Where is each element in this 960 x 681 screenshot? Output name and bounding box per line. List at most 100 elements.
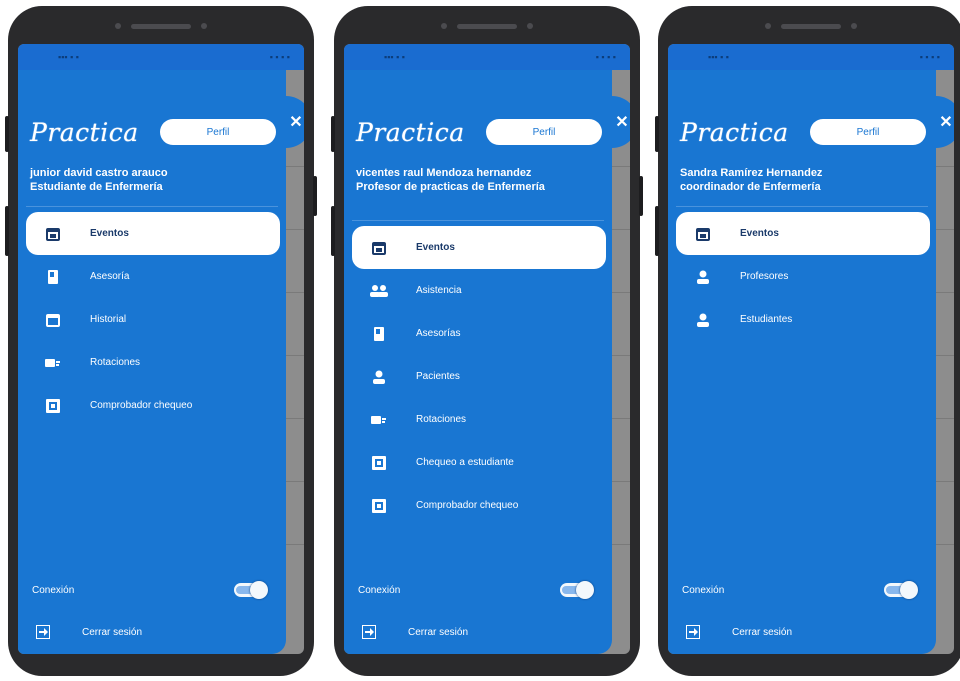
menu-item-label: Chequeo a estudiante <box>416 457 514 468</box>
scan-icon <box>370 454 388 472</box>
menu-item[interactable]: Profesores <box>676 255 930 298</box>
logout-label: Cerrar sesión <box>732 626 793 638</box>
menu-item-label: Asesorías <box>416 328 461 339</box>
logout-label: Cerrar sesión <box>408 626 469 638</box>
close-icon: ✕ <box>289 114 303 131</box>
power-button <box>639 176 643 216</box>
user-role: coordinador de Enfermería <box>680 181 821 193</box>
navigation-drawer: Practica Perfil junior david castro arau… <box>18 70 286 654</box>
close-drawer-button[interactable]: ✕ <box>280 96 304 148</box>
user-info: Sandra Ramírez Hernandez coordinador de … <box>680 166 928 194</box>
drawer-header: Practica Perfil <box>680 102 926 162</box>
navigation-drawer: Practica Perfil vicentes raul Mendoza he… <box>344 70 612 654</box>
divider <box>352 220 604 221</box>
close-drawer-button[interactable]: ✕ <box>606 96 630 148</box>
menu-item[interactable]: Eventos <box>676 212 930 255</box>
user-name: Sandra Ramírez Hernandez <box>680 167 823 179</box>
top-bezel <box>8 6 314 46</box>
menu-item-label: Profesores <box>740 271 789 282</box>
conexion-toggle[interactable] <box>884 581 918 599</box>
menu-item[interactable]: Comprobador chequeo <box>352 484 606 527</box>
conexion-toggle[interactable] <box>234 581 268 599</box>
calendar-icon <box>370 239 388 257</box>
logout-label: Cerrar sesión <box>82 626 143 638</box>
perfil-button[interactable]: Perfil <box>160 119 276 145</box>
logout-icon <box>362 623 380 641</box>
volume-button <box>331 116 335 152</box>
close-drawer-button[interactable]: ✕ <box>930 96 954 148</box>
user-info: junior david castro arauco Estudiante de… <box>30 166 278 194</box>
app-logo: Practica <box>356 117 465 147</box>
app-logo: Practica <box>30 117 139 147</box>
status-bar: ▪▪▪ ▪ ▪ ▪ ▪ ▪ ▪ <box>18 44 304 70</box>
user-name: vicentes raul Mendoza hernandez <box>356 167 532 179</box>
phone-frame: ▪▪▪ ▪ ▪ ▪ ▪ ▪ ▪ Practica Perfil Sandra Ra… <box>655 6 960 676</box>
calendar-icon <box>694 225 712 243</box>
perfil-button[interactable]: Perfil <box>810 119 926 145</box>
menu-item[interactable]: Comprobador chequeo <box>26 384 280 427</box>
volume-button <box>5 116 9 152</box>
logout-icon <box>686 623 704 641</box>
status-bar: ▪▪▪ ▪ ▪ ▪ ▪ ▪ ▪ <box>668 44 954 70</box>
phone-frame: ▪▪▪ ▪ ▪ ▪ ▪ ▪ ▪ Practica Perfil vicentes … <box>331 6 643 676</box>
volume-button <box>655 116 659 152</box>
scan-icon <box>44 397 62 415</box>
divider <box>26 206 278 207</box>
conexion-row: Conexión <box>26 570 276 610</box>
user-role: Profesor de practicas de Enfermería <box>356 181 545 193</box>
menu-item[interactable]: Asesoría <box>26 255 280 298</box>
conexion-row: Conexión <box>352 570 602 610</box>
perfil-button[interactable]: Perfil <box>486 119 602 145</box>
menu-item-label: Eventos <box>740 228 779 239</box>
status-bar: ▪▪▪ ▪ ▪ ▪ ▪ ▪ ▪ <box>344 44 630 70</box>
calendar-blank-icon <box>44 311 62 329</box>
conexion-label: Conexión <box>682 584 725 596</box>
phone-frame: ▪▪▪ ▪ ▪ ▪ ▪ ▪ ▪ Practica Perfil junior da… <box>5 6 317 676</box>
conexion-toggle[interactable] <box>560 581 594 599</box>
menu-item[interactable]: Eventos <box>352 226 606 269</box>
menu-item[interactable]: Asesorías <box>352 312 606 355</box>
divider <box>676 206 928 207</box>
logout-button[interactable]: Cerrar sesión <box>352 610 602 654</box>
power-button <box>313 176 317 216</box>
close-icon: ✕ <box>615 114 629 131</box>
logout-button[interactable]: Cerrar sesión <box>676 610 926 654</box>
menu-item[interactable]: Pacientes <box>352 355 606 398</box>
menu-item-label: Comprobador chequeo <box>90 400 193 411</box>
menu-item-label: Pacientes <box>416 371 460 382</box>
menu-item-label: Estudiantes <box>740 314 793 325</box>
conexion-row: Conexión <box>676 570 926 610</box>
card-icon <box>370 411 388 429</box>
book-icon <box>44 268 62 286</box>
drawer-header: Practica Perfil <box>30 102 276 162</box>
group-icon <box>370 282 388 300</box>
drawer-footer: Conexión Cerrar sesión <box>352 570 602 654</box>
menu-item[interactable]: Eventos <box>26 212 280 255</box>
drawer-header: Practica Perfil <box>356 102 602 162</box>
menu-item[interactable]: Rotaciones <box>26 341 280 384</box>
menu-item[interactable]: Estudiantes <box>676 298 930 341</box>
top-bezel <box>334 6 640 46</box>
person-icon <box>694 311 712 329</box>
menu-item[interactable]: Chequeo a estudiante <box>352 441 606 484</box>
volume-button <box>5 206 9 256</box>
person-icon <box>370 368 388 386</box>
volume-button <box>655 206 659 256</box>
screen: ▪▪▪ ▪ ▪ ▪ ▪ ▪ ▪ Practica Perfil junior da… <box>18 44 304 654</box>
logout-button[interactable]: Cerrar sesión <box>26 610 276 654</box>
calendar-icon <box>44 225 62 243</box>
top-bezel <box>658 6 960 46</box>
screen: ▪▪▪ ▪ ▪ ▪ ▪ ▪ ▪ Practica Perfil Sandra Ra… <box>668 44 954 654</box>
drawer-footer: Conexión Cerrar sesión <box>676 570 926 654</box>
menu-item-label: Comprobador chequeo <box>416 500 519 511</box>
user-info: vicentes raul Mendoza hernandez Profesor… <box>356 166 604 194</box>
menu-item-label: Eventos <box>416 242 455 253</box>
screen: ▪▪▪ ▪ ▪ ▪ ▪ ▪ ▪ Practica Perfil vicentes … <box>344 44 630 654</box>
scan-icon <box>370 497 388 515</box>
drawer-menu: Eventos Asistencia Asesorías Pacientes R… <box>344 226 612 527</box>
menu-item[interactable]: Asistencia <box>352 269 606 312</box>
drawer-footer: Conexión Cerrar sesión <box>26 570 276 654</box>
menu-item[interactable]: Historial <box>26 298 280 341</box>
conexion-label: Conexión <box>358 584 401 596</box>
menu-item[interactable]: Rotaciones <box>352 398 606 441</box>
